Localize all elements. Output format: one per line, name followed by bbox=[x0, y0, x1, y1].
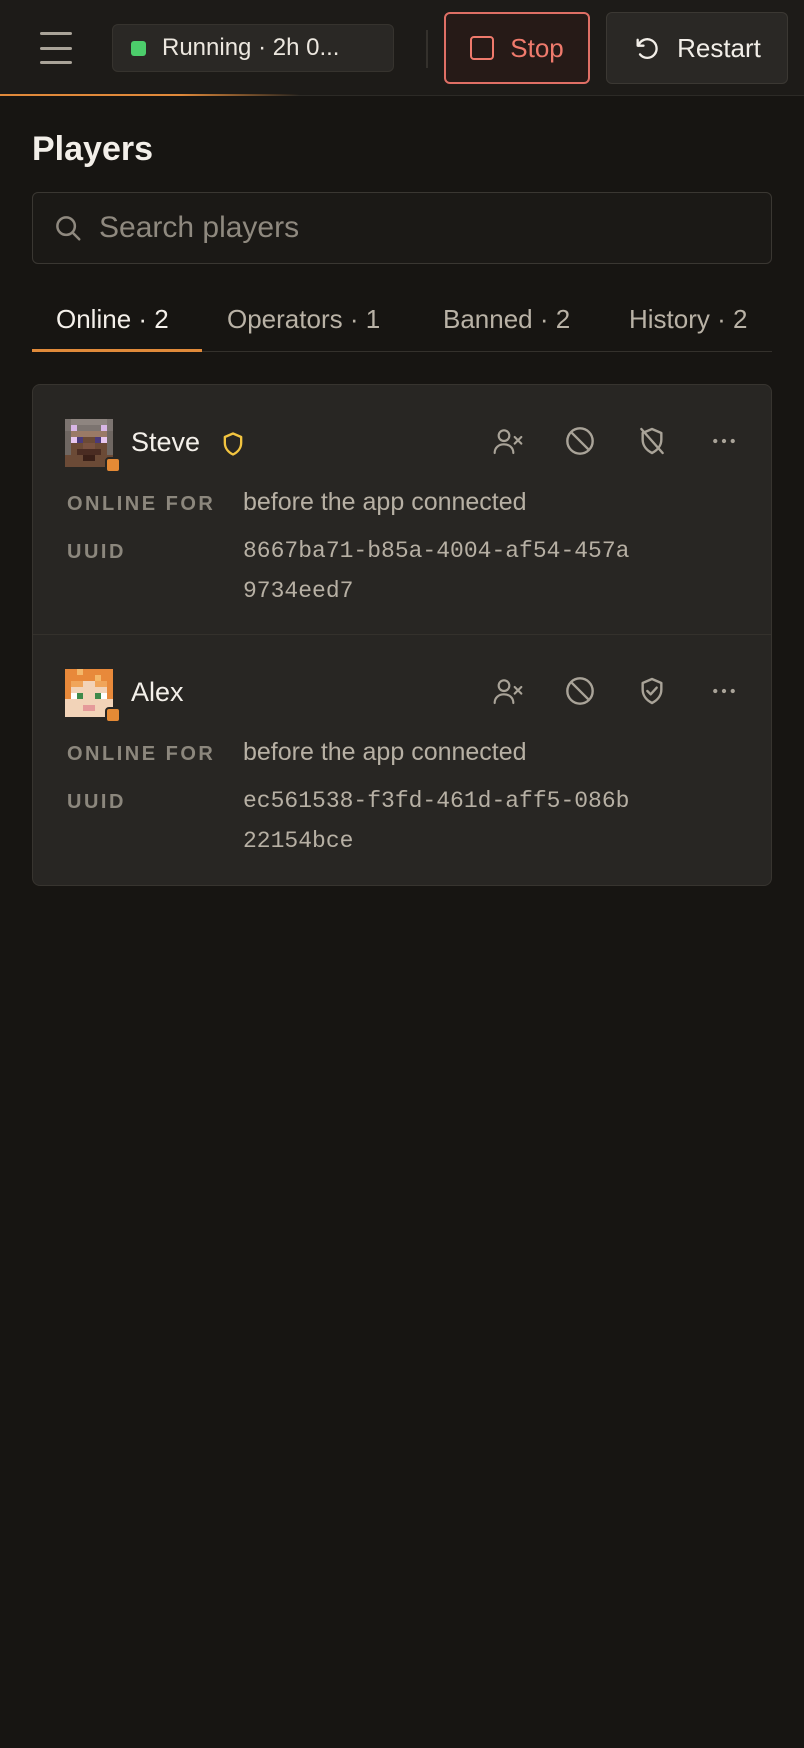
ban-player-button[interactable] bbox=[563, 671, 597, 711]
tab-history[interactable]: History · 2 bbox=[629, 304, 747, 352]
online-for-value: before the app connected bbox=[243, 488, 527, 516]
grant-operator-button[interactable] bbox=[635, 671, 669, 711]
tab-operators[interactable]: Operators · 1 bbox=[227, 304, 380, 352]
player-tabs: Online · 2 Operators · 1 Banned · 2 Hist… bbox=[32, 300, 772, 352]
grant-op-icon bbox=[641, 677, 663, 705]
uuid-value: 8667ba71-b85a-4004-af54-457a9734eed7 bbox=[243, 538, 630, 604]
player-actions bbox=[491, 671, 741, 711]
kick-player-button[interactable] bbox=[491, 671, 525, 711]
online-for-value: before the app connected bbox=[243, 738, 527, 766]
restart-button-label: Restart bbox=[677, 32, 761, 63]
status-indicator-icon bbox=[131, 40, 146, 56]
more-icon bbox=[713, 438, 735, 444]
ban-player-button[interactable] bbox=[563, 421, 597, 461]
online-for-label: ONLINE FOR bbox=[67, 493, 216, 515]
ban-icon bbox=[566, 677, 594, 705]
more-options-button[interactable] bbox=[707, 671, 741, 711]
page-title: Players bbox=[32, 130, 153, 168]
kick-player-button[interactable] bbox=[491, 421, 525, 461]
stop-button-label: Stop bbox=[510, 32, 564, 63]
kick-user-icon bbox=[493, 429, 523, 455]
hamburger-menu-icon[interactable] bbox=[34, 28, 78, 68]
restart-icon bbox=[636, 38, 658, 59]
more-icon bbox=[713, 688, 735, 694]
operator-shield-icon bbox=[223, 432, 243, 456]
search-input[interactable] bbox=[99, 211, 771, 245]
player-row-steve: Steve ONLINE FOR before the app connecte… bbox=[33, 385, 771, 635]
server-status-pill[interactable]: Running · 2h 0... bbox=[112, 24, 394, 72]
player-row-alex: Alex ONLINE FOR before the app connected… bbox=[33, 636, 771, 885]
more-options-button[interactable] bbox=[707, 421, 741, 461]
player-name[interactable]: Alex bbox=[131, 677, 184, 708]
player-name[interactable]: Steve bbox=[131, 427, 200, 458]
search-icon bbox=[56, 216, 81, 241]
player-list: Steve ONLINE FOR before the app connecte… bbox=[32, 384, 772, 886]
active-tab-indicator bbox=[32, 349, 202, 352]
revoke-operator-button[interactable] bbox=[635, 421, 669, 461]
online-for-label: ONLINE FOR bbox=[67, 743, 216, 765]
uuid-label: UUID bbox=[67, 791, 126, 813]
revoke-op-icon bbox=[640, 427, 664, 455]
uuid-value: ec561538-f3fd-461d-aff5-086b22154bce bbox=[243, 788, 630, 854]
toolbar-divider bbox=[426, 30, 428, 68]
progress-accent-line bbox=[0, 94, 300, 96]
top-bar: Running · 2h 0... Stop Restart bbox=[0, 0, 804, 96]
online-presence-icon bbox=[105, 707, 121, 723]
ban-icon bbox=[566, 427, 594, 455]
server-status-text: Running · 2h 0... bbox=[162, 34, 340, 61]
tab-online[interactable]: Online · 2 bbox=[56, 304, 169, 352]
kick-user-icon bbox=[493, 679, 523, 705]
tab-banned[interactable]: Banned · 2 bbox=[443, 304, 570, 352]
stop-server-button[interactable]: Stop bbox=[444, 12, 590, 84]
online-presence-icon bbox=[105, 457, 121, 473]
uuid-label: UUID bbox=[67, 541, 126, 563]
player-actions bbox=[491, 421, 741, 461]
restart-server-button[interactable]: Restart bbox=[606, 12, 788, 84]
stop-icon bbox=[470, 36, 495, 60]
search-field[interactable] bbox=[32, 192, 772, 264]
